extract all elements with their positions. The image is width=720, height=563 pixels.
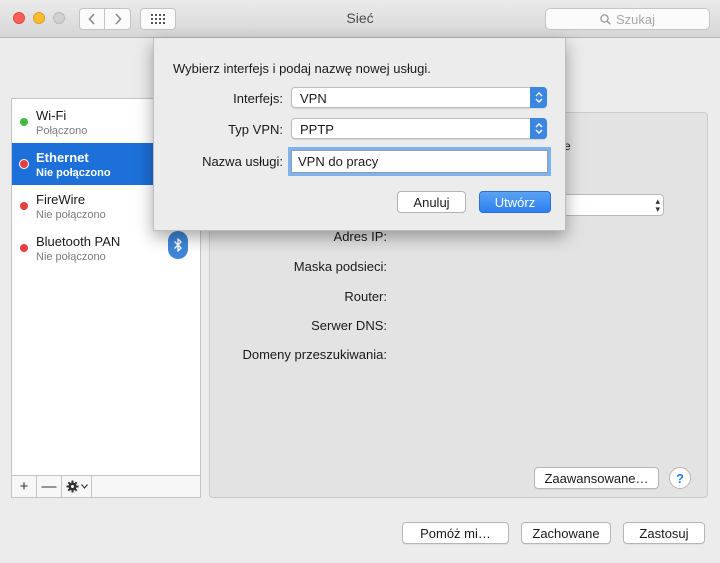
vpn-type-select[interactable]: PPTP (291, 118, 547, 139)
interface-label: Interfejs: (233, 91, 283, 106)
interface-value: VPN (300, 91, 327, 106)
interface-select[interactable]: VPN (291, 87, 547, 108)
service-name-label: Nazwa usługi: (202, 154, 283, 169)
assist-me-button[interactable]: Pomóż mi… (402, 522, 509, 544)
service-list-toolbar: + — (12, 475, 200, 497)
stepper-arrows-icon (530, 87, 547, 108)
new-service-dialog: Wybierz interfejs i podaj nazwę nowej us… (153, 38, 566, 231)
apply-button[interactable]: Zastosuj (623, 522, 705, 544)
service-status: Nie połączono (36, 167, 111, 179)
remove-service-button[interactable]: — (37, 476, 62, 497)
chevron-down-icon (80, 484, 88, 489)
title-bar: Sieć Szukaj (0, 0, 720, 38)
service-status: Nie połączono (36, 251, 106, 263)
service-name: Wi-Fi (36, 108, 67, 123)
service-item-bluetooth-pan[interactable]: Bluetooth PAN Nie połączono (12, 227, 200, 269)
gear-icon (66, 480, 78, 493)
help-button[interactable]: ? (669, 467, 691, 489)
service-name: FireWire (36, 192, 86, 207)
bluetooth-icon (168, 231, 188, 259)
search-icon (600, 13, 611, 25)
service-name: Bluetooth PAN (36, 234, 121, 249)
search-domains-label: Domeny przeszukiwania: (242, 347, 387, 362)
revert-button[interactable]: Zachowane (521, 522, 611, 544)
service-status: Nie połączono (36, 209, 106, 221)
vpn-type-label: Typ VPN: (228, 122, 283, 137)
status-dot (20, 160, 28, 168)
search-placeholder: Szukaj (615, 11, 656, 27)
action-menu-button[interactable] (62, 476, 92, 497)
service-status: Połączono (36, 125, 88, 137)
service-name-input[interactable]: VPN do pracy (291, 150, 548, 173)
stepper-arrows-icon (530, 118, 547, 139)
configure-ipv4-select[interactable]: ▴ ▾ (560, 194, 664, 216)
add-service-button[interactable]: + (12, 476, 37, 497)
subnet-mask-label: Maska podsieci: (293, 259, 387, 274)
dns-server-label: Serwer DNS: (311, 318, 387, 333)
status-dot (20, 118, 28, 126)
search-field[interactable]: Szukaj (545, 8, 710, 30)
status-dot (20, 244, 28, 252)
ip-address-label: Adres IP: (333, 229, 387, 244)
stepper-arrows-icon: ▴ ▾ (655, 196, 660, 214)
status-dot (20, 202, 28, 210)
dialog-prompt: Wybierz interfejs i podaj nazwę nowej us… (173, 61, 431, 76)
service-name: Ethernet (36, 150, 89, 165)
router-label: Router: (344, 289, 387, 304)
vpn-type-value: PPTP (300, 122, 334, 137)
advanced-button[interactable]: Zaawansowane… (534, 467, 659, 489)
cancel-button[interactable]: Anuluj (397, 191, 466, 213)
create-button[interactable]: Utwórz (479, 191, 551, 213)
